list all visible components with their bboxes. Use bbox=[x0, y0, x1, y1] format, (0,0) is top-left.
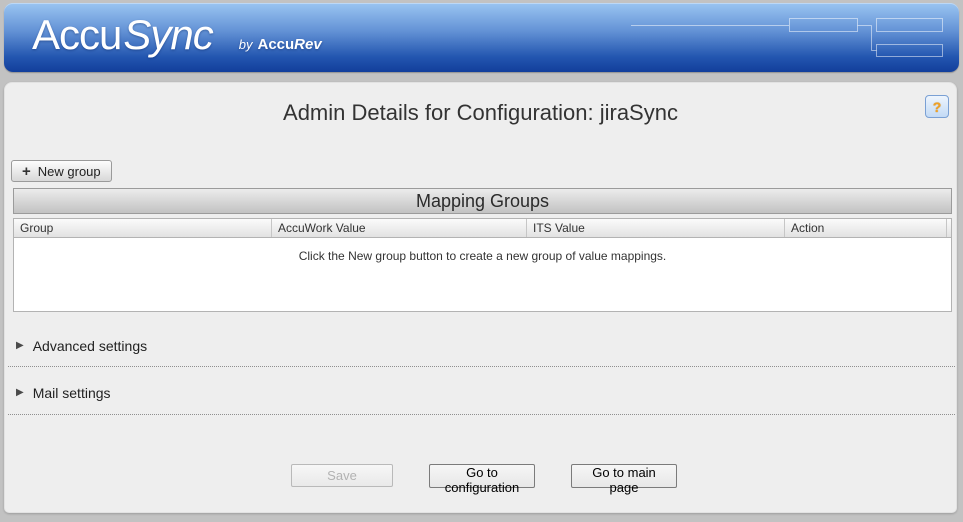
column-header-spacer bbox=[947, 219, 951, 237]
mail-settings-label: Mail settings bbox=[33, 385, 111, 401]
question-mark-icon: ? bbox=[933, 99, 942, 115]
go-to-main-page-button[interactable]: Go to main page bbox=[571, 464, 677, 488]
mapping-groups-title: Mapping Groups bbox=[13, 188, 952, 214]
table-body: Click the New group button to create a n… bbox=[13, 238, 952, 312]
byline-by: by bbox=[239, 37, 253, 52]
go-to-configuration-button[interactable]: Go to configuration bbox=[429, 464, 535, 488]
column-header-group: Group bbox=[14, 219, 272, 237]
empty-table-message: Click the New group button to create a n… bbox=[14, 238, 951, 263]
collapsed-arrow-icon: ▶ bbox=[16, 388, 24, 398]
help-button[interactable]: ? bbox=[925, 95, 949, 118]
byline-brand-accu: Accu bbox=[257, 36, 294, 53]
table-header-row: Group AccuWork Value ITS Value Action bbox=[13, 218, 952, 238]
logo-text-accu: Accu bbox=[32, 11, 121, 59]
advanced-settings-label: Advanced settings bbox=[33, 338, 147, 354]
section-advanced-settings[interactable]: ▶ Advanced settings bbox=[16, 335, 147, 357]
section-divider bbox=[8, 414, 955, 415]
logo-byline: by AccuRev bbox=[239, 36, 322, 53]
column-header-accuwork-value: AccuWork Value bbox=[272, 219, 527, 237]
section-mail-settings[interactable]: ▶ Mail settings bbox=[16, 382, 111, 404]
byline-brand-rev: Rev bbox=[294, 36, 322, 53]
new-group-button[interactable]: + New group bbox=[11, 160, 112, 182]
mapping-groups-table: Mapping Groups Group AccuWork Value ITS … bbox=[13, 188, 952, 312]
plus-icon: + bbox=[22, 164, 31, 179]
new-group-label: New group bbox=[38, 164, 101, 179]
column-header-action: Action bbox=[785, 219, 947, 237]
main-panel: Admin Details for Configuration: jiraSyn… bbox=[4, 82, 957, 513]
page-title: Admin Details for Configuration: jiraSyn… bbox=[5, 100, 956, 126]
section-divider bbox=[8, 366, 955, 367]
accusync-logo: AccuSync byAccuRev bbox=[32, 11, 322, 59]
save-button[interactable]: Save bbox=[291, 464, 393, 487]
collapsed-arrow-icon: ▶ bbox=[16, 341, 24, 351]
tree-diagram-decoration-icon bbox=[624, 13, 949, 61]
logo-text-sync: Sync bbox=[123, 11, 212, 59]
column-header-its-value: ITS Value bbox=[527, 219, 785, 237]
app-header: AccuSync byAccuRev bbox=[4, 3, 959, 72]
